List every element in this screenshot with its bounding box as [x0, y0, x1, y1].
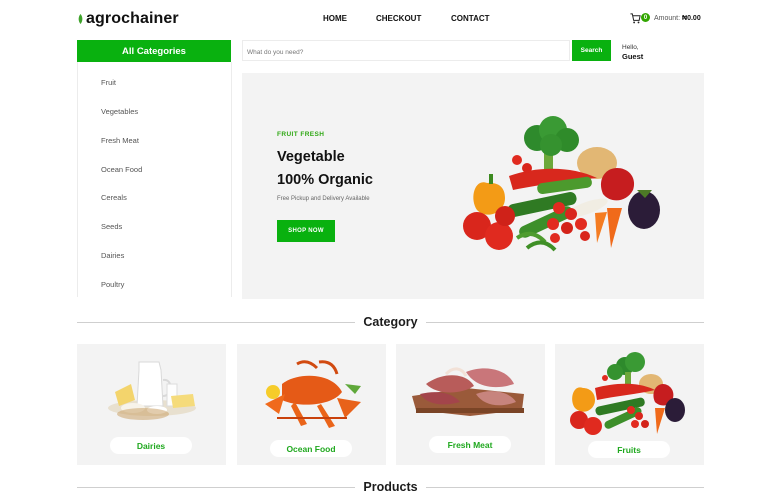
amount-label: Amount:	[654, 15, 681, 22]
category-card-fresh-meat[interactable]: Fresh Meat	[396, 344, 545, 465]
cart-amount: Amount: ₦0.00	[654, 15, 701, 22]
logo-text: agrochainer	[86, 10, 179, 27]
hero-banner: FRUIT FRESH Vegetable 100% Organic Free …	[242, 73, 704, 299]
cart-count-badge: 0	[641, 13, 650, 22]
search-input[interactable]	[243, 43, 569, 62]
nav-contact[interactable]: CONTACT	[451, 14, 490, 23]
hero-subtitle: Free Pickup and Delivery Available	[277, 196, 370, 202]
site-header: agrochainer HOME CHECKOUT CONTACT 0 Amou…	[0, 0, 783, 38]
category-item-cereals[interactable]: Cereals	[101, 193, 127, 202]
logo[interactable]: agrochainer	[77, 10, 179, 28]
category-card-label: Dairies	[110, 437, 192, 454]
category-card-fruits[interactable]: Fruits	[555, 344, 704, 465]
category-section-title: Category	[77, 314, 704, 330]
category-card-label: Ocean Food	[270, 440, 352, 457]
category-item-poultry[interactable]: Poultry	[101, 280, 124, 289]
products-section-title: Products	[77, 479, 704, 493]
category-list: Fruit Vegetables Fresh Meat Ocean Food C…	[77, 62, 232, 297]
search-button[interactable]: Search	[572, 40, 611, 61]
cart-summary[interactable]: 0 Amount: ₦0.00	[630, 13, 701, 24]
hero-title-line2: 100% Organic	[277, 172, 373, 188]
category-item-fruit[interactable]: Fruit	[101, 78, 116, 87]
greeting-username: Guest	[622, 52, 644, 61]
search-box	[242, 40, 570, 62]
category-card-label: Fresh Meat	[429, 436, 511, 453]
category-heading: Category	[355, 315, 426, 329]
amount-value: ₦0.00	[682, 15, 701, 22]
nav-checkout[interactable]: CHECKOUT	[376, 14, 421, 23]
hero-kicker: FRUIT FRESH	[277, 131, 325, 138]
category-card-ocean-food[interactable]: Ocean Food	[237, 344, 386, 465]
category-item-seeds[interactable]: Seeds	[101, 222, 122, 231]
cart-icon[interactable]	[630, 13, 641, 24]
shop-now-button[interactable]: SHOP NOW	[277, 220, 335, 242]
hero-title-line1: Vegetable	[277, 149, 345, 165]
category-item-ocean-food[interactable]: Ocean Food	[101, 165, 142, 174]
all-categories-button[interactable]: All Categories	[77, 40, 231, 62]
leaf-icon	[78, 14, 83, 24]
nav-home[interactable]: HOME	[323, 14, 347, 23]
category-item-vegetables[interactable]: Vegetables	[101, 107, 138, 116]
category-item-dairies[interactable]: Dairies	[101, 251, 124, 260]
user-greeting: Hello, Guest	[622, 43, 643, 61]
greeting-hello: Hello,	[622, 44, 639, 51]
products-heading: Products	[355, 480, 426, 493]
category-card-label: Fruits	[588, 441, 670, 458]
category-card-dairies[interactable]: Dairies	[77, 344, 226, 465]
vegetables-image	[463, 116, 660, 252]
category-item-fresh-meat[interactable]: Fresh Meat	[101, 136, 139, 145]
hero-title: Vegetable 100% Organic	[277, 146, 373, 192]
